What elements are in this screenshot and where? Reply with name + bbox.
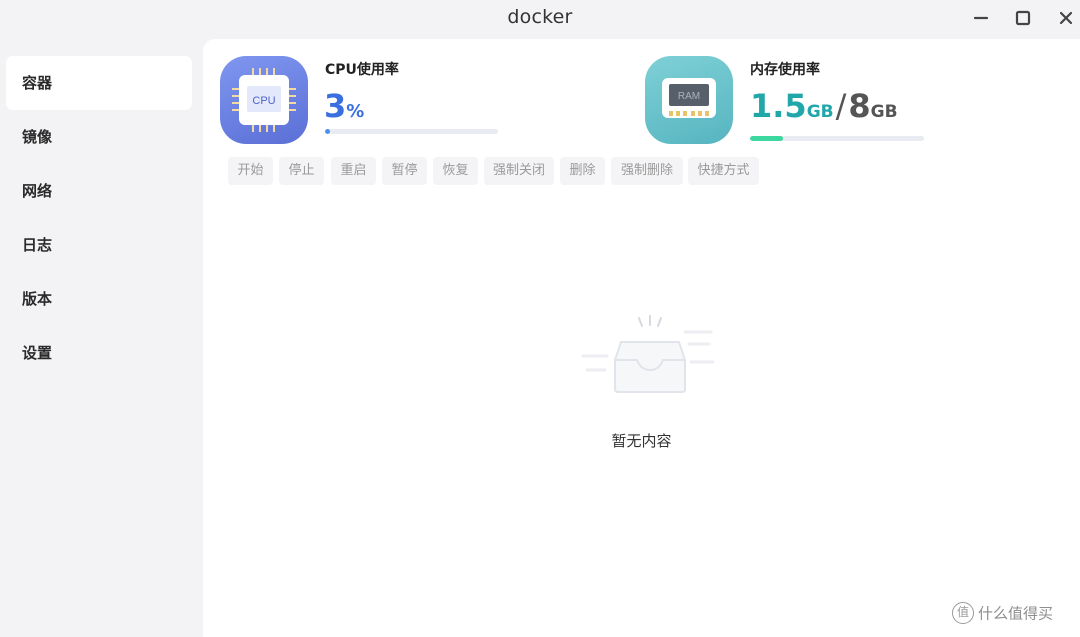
shortcut-button[interactable]: 快捷方式 bbox=[688, 157, 759, 185]
watermark-logo-icon: 值 bbox=[952, 602, 974, 624]
cpu-progress-fill bbox=[325, 129, 331, 134]
sidebar-item-network[interactable]: 网络 bbox=[6, 164, 192, 218]
cpu-progress-bar bbox=[325, 129, 498, 134]
memory-separator: / bbox=[835, 87, 847, 125]
cpu-chip-icon: CPU bbox=[220, 56, 308, 144]
ram-chip-text: RAM bbox=[678, 91, 700, 102]
main-panel: CPU CPU使用率 3% RAM 内存使用率 1.5GB/8GB 开始 停止 … bbox=[203, 39, 1080, 637]
close-icon[interactable] bbox=[1055, 7, 1077, 29]
restart-button[interactable]: 重启 bbox=[331, 157, 376, 185]
force-delete-button[interactable]: 强制删除 bbox=[611, 157, 683, 185]
memory-progress-bar bbox=[750, 136, 924, 141]
watermark-text: 什么值得买 bbox=[978, 604, 1054, 623]
memory-total-number: 8 bbox=[848, 87, 871, 125]
watermark: 值什么值得买 bbox=[952, 602, 1053, 628]
cpu-value-number: 3 bbox=[324, 87, 347, 125]
sidebar-item-images[interactable]: 镜像 bbox=[6, 110, 192, 164]
resume-button[interactable]: 恢复 bbox=[433, 157, 478, 185]
maximize-icon[interactable] bbox=[1012, 7, 1034, 29]
sidebar-item-version[interactable]: 版本 bbox=[6, 272, 192, 326]
empty-inbox-icon bbox=[581, 315, 715, 393]
pause-button[interactable]: 暂停 bbox=[382, 157, 427, 185]
cpu-value-unit: % bbox=[346, 101, 365, 122]
title-bar: docker bbox=[0, 0, 1080, 36]
memory-usage-value: 1.5GB/8GB bbox=[750, 87, 898, 125]
start-button[interactable]: 开始 bbox=[228, 157, 273, 185]
delete-button[interactable]: 删除 bbox=[560, 157, 605, 185]
memory-used-unit: GB bbox=[806, 102, 834, 122]
cpu-chip-text: CPU bbox=[252, 95, 275, 107]
empty-state-text: 暂无内容 bbox=[611, 432, 672, 450]
cpu-usage-label: CPU使用率 bbox=[325, 62, 399, 78]
minimize-icon[interactable] bbox=[970, 7, 992, 29]
sidebar-item-containers[interactable]: 容器 bbox=[6, 56, 192, 110]
sidebar-item-settings[interactable]: 设置 bbox=[6, 326, 192, 380]
stop-button[interactable]: 停止 bbox=[279, 157, 324, 185]
memory-total-unit: GB bbox=[870, 102, 898, 122]
ram-chip-icon: RAM bbox=[645, 56, 733, 144]
window-title: docker bbox=[507, 6, 573, 28]
force-stop-button[interactable]: 强制关闭 bbox=[484, 157, 554, 185]
memory-used-number: 1.5 bbox=[750, 87, 807, 125]
sidebar: 容器 镜像 网络 日志 版本 设置 bbox=[0, 48, 200, 637]
cpu-usage-value: 3% bbox=[324, 87, 364, 125]
sidebar-item-logs[interactable]: 日志 bbox=[6, 218, 192, 272]
memory-usage-label: 内存使用率 bbox=[750, 62, 820, 78]
memory-progress-fill bbox=[750, 136, 783, 141]
